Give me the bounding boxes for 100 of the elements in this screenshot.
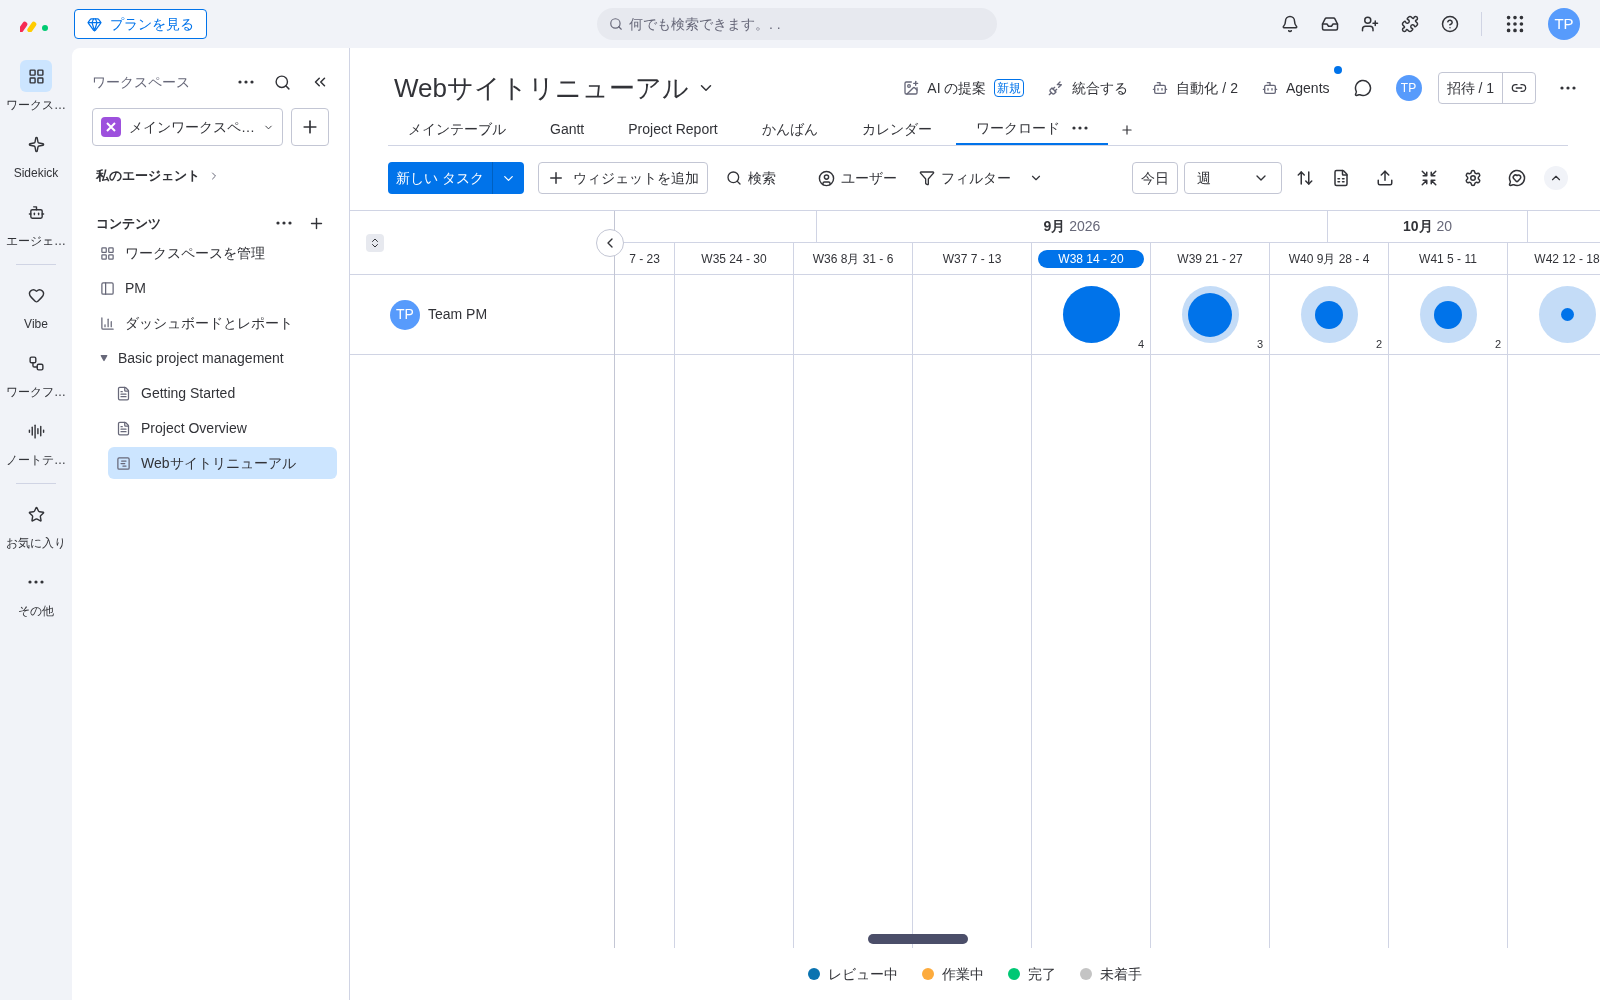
workload-bubble[interactable] [1181, 286, 1239, 343]
view-tab[interactable]: かんばん [741, 113, 838, 145]
month-label: 10月 20 [1402, 217, 1452, 236]
week-label[interactable]: W40 9月 28 - 4 [1288, 249, 1370, 268]
grid-icon [100, 245, 115, 261]
filter-button[interactable]: フィルター [918, 167, 1043, 189]
notifications-icon[interactable] [1281, 15, 1299, 33]
sidebar-item[interactable]: Webサイトリニューアル [108, 447, 337, 479]
plan-button[interactable]: プランを見る [74, 9, 207, 39]
week-label[interactable]: W42 12 - 18 [1534, 249, 1600, 268]
rail-label: ノートテ… [6, 452, 66, 469]
workload-bubble[interactable] [1538, 286, 1596, 343]
more-icon[interactable] [276, 221, 292, 226]
view-tab[interactable]: ワークロード [955, 113, 1108, 145]
search-icon[interactable] [274, 73, 291, 91]
board-action[interactable]: Agents [1261, 77, 1330, 99]
more-icon[interactable] [1560, 86, 1576, 90]
workload-bubble[interactable] [1062, 286, 1120, 343]
legend-label: 作業中 [942, 964, 984, 984]
view-tab[interactable]: Gantt [530, 113, 605, 145]
week-label[interactable]: W41 5 - 11 [1419, 249, 1477, 268]
sidebar-item[interactable]: Project Overview [108, 412, 337, 444]
excel-icon[interactable] [1332, 169, 1350, 187]
workload-bubble[interactable] [1300, 286, 1358, 343]
plug-icon [1048, 80, 1065, 96]
sidebar-title: ワークスペース [92, 72, 190, 92]
search-button[interactable]: 検索 [721, 167, 780, 189]
invite-user-icon[interactable] [1361, 15, 1379, 33]
agents-link[interactable]: 私のエージェント [96, 166, 200, 186]
rail-label: Sidekick [13, 165, 59, 182]
row-height-icon[interactable] [1296, 169, 1314, 187]
agents-icon [1261, 80, 1278, 96]
sidebar-item[interactable]: ダッシュボードとレポート [92, 307, 337, 339]
board-action[interactable]: 統合する [1048, 77, 1129, 99]
apps-icon[interactable] [1504, 13, 1526, 35]
period-dropdown[interactable]: 週 [1184, 162, 1282, 194]
user-circle-icon [817, 169, 835, 187]
settings-icon[interactable] [1464, 169, 1482, 187]
search-field[interactable]: 何でも検索できます。. . [597, 8, 997, 40]
sidebar-item[interactable]: Getting Started [108, 377, 337, 409]
feedback-icon[interactable] [1508, 169, 1526, 187]
tab-menu-icon[interactable] [1071, 126, 1088, 130]
person-filter-button[interactable]: ユーザー [817, 167, 897, 189]
add-widget-button[interactable]: ウィジェットを追加 [537, 162, 708, 194]
chart-board-icon [116, 455, 131, 471]
workspace-icon [101, 117, 121, 137]
export-icon[interactable] [1376, 169, 1394, 187]
add-view-icon[interactable] [1119, 123, 1134, 137]
today-button[interactable]: 今日 [1132, 162, 1178, 194]
team-name: Team PM [428, 305, 488, 324]
task-count: 2 [1375, 336, 1382, 352]
filter-icon [918, 170, 935, 186]
legend-label: 完了 [1028, 964, 1056, 984]
puzzle-icon[interactable] [1401, 15, 1419, 33]
task-count: 4 [1137, 336, 1144, 352]
sidebar-item[interactable]: ワークスペースを管理 [92, 237, 337, 269]
workflow-icon [27, 354, 45, 372]
expand-icon [369, 236, 381, 249]
week-label[interactable]: 7 - 23 [629, 249, 660, 268]
audio-lines-icon [27, 422, 45, 440]
star-icon [27, 505, 45, 523]
add-button[interactable] [291, 108, 329, 146]
workspace-dropdown[interactable]: メインワークスペ… [92, 108, 283, 146]
team-avatar: TP [390, 299, 420, 330]
expand-rows-button[interactable] [366, 233, 384, 252]
search-icon [725, 170, 742, 186]
caret-icon[interactable] [100, 354, 108, 362]
document-icon [116, 420, 131, 436]
view-tab[interactable]: カレンダー [841, 113, 952, 145]
week-label[interactable]: W36 8月 31 - 6 [812, 249, 894, 268]
more-icon[interactable] [238, 80, 254, 84]
scrollbar-thumb[interactable] [868, 934, 968, 944]
ai-suggest-icon [903, 80, 920, 96]
collapse-header-button[interactable] [1544, 166, 1568, 190]
view-tab[interactable]: Project Report [608, 113, 738, 145]
panel-icon [100, 280, 115, 296]
document-icon [116, 385, 131, 401]
week-label[interactable]: W37 7 - 13 [942, 249, 1002, 268]
inbox-icon[interactable] [1321, 15, 1339, 33]
collapse-icon[interactable] [1420, 169, 1438, 187]
week-label[interactable]: W35 24 - 30 [701, 249, 767, 268]
board-title[interactable]: Webサイトリニューアル [394, 68, 689, 108]
section-title: コンテンツ [96, 214, 161, 233]
view-tab[interactable]: メインテーブル [388, 113, 526, 145]
scroll-back-button[interactable] [596, 228, 624, 257]
gem-icon [87, 16, 102, 32]
month-label: 9月 2026 [1043, 217, 1101, 236]
rail-label: ワークフ… [6, 384, 66, 401]
comment-icon[interactable] [1353, 79, 1372, 97]
more-icon[interactable] [28, 580, 44, 584]
sidebar-item[interactable]: PM [92, 272, 337, 304]
task-count: 3 [1256, 336, 1263, 352]
workload-bubble[interactable] [1419, 286, 1477, 343]
board-action[interactable]: AI の提案 新規 [903, 77, 1025, 99]
week-label[interactable]: W38 14 - 20 [1038, 249, 1144, 268]
week-label[interactable]: W39 21 - 27 [1177, 249, 1243, 268]
help-icon[interactable] [1441, 15, 1459, 33]
rail-button[interactable] [20, 60, 52, 92]
sidebar-item[interactable]: Basic project management [92, 342, 337, 374]
board-action[interactable]: 自動化 / 2 [1152, 77, 1238, 99]
